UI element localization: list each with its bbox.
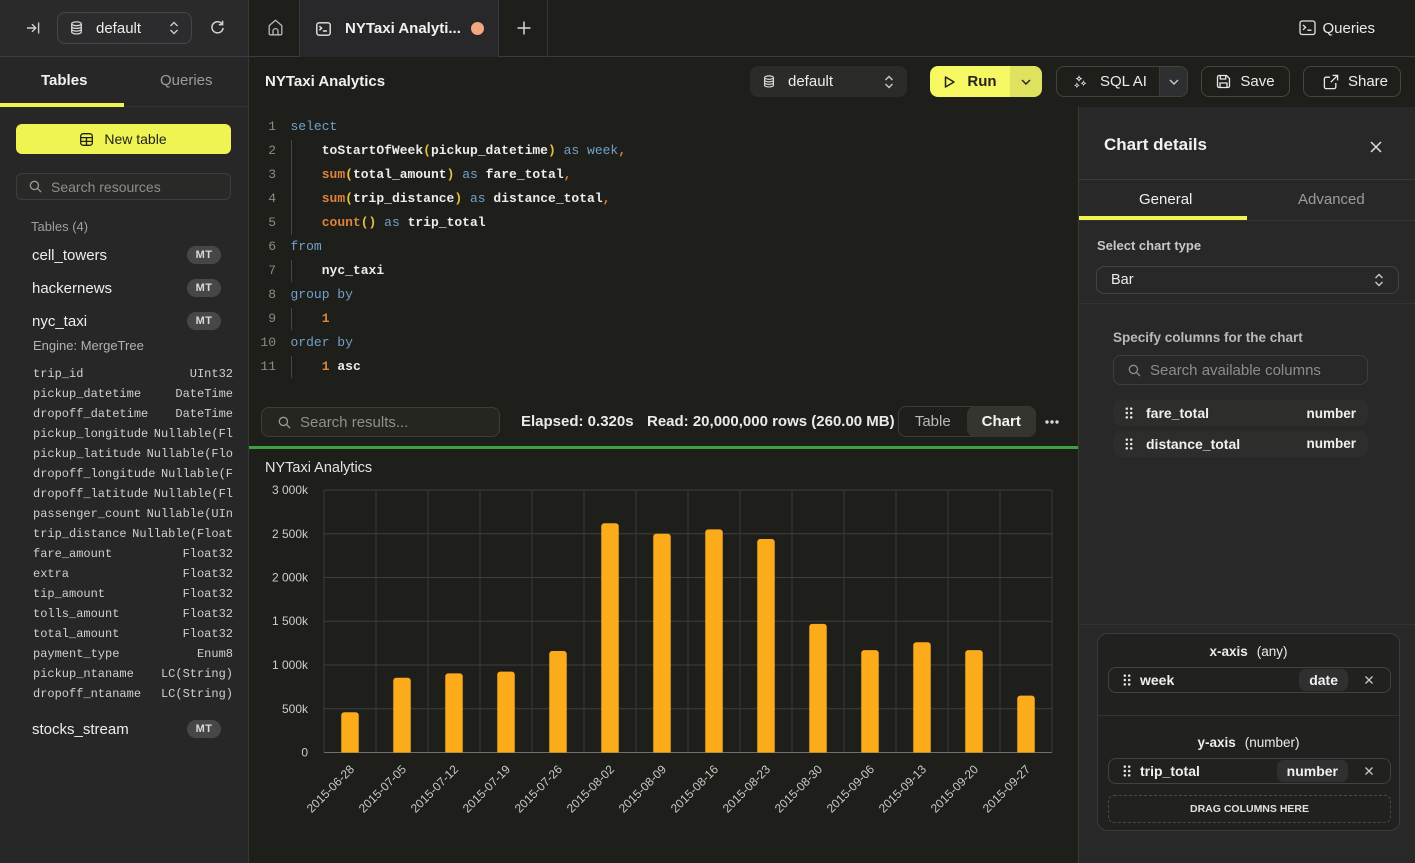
svg-text:2015-08-30: 2015-08-30: [772, 762, 826, 816]
svg-text:500k: 500k: [282, 702, 309, 716]
svg-text:2015-07-26: 2015-07-26: [512, 762, 566, 816]
svg-text:1 500k: 1 500k: [272, 614, 309, 628]
svg-text:1 000k: 1 000k: [272, 658, 309, 672]
svg-text:3 000k: 3 000k: [272, 483, 309, 497]
svg-text:2015-08-23: 2015-08-23: [720, 762, 774, 816]
svg-text:2015-08-02: 2015-08-02: [564, 762, 618, 816]
svg-text:2015-09-20: 2015-09-20: [928, 762, 982, 816]
svg-text:2015-07-19: 2015-07-19: [460, 762, 514, 816]
svg-text:2015-07-05: 2015-07-05: [356, 762, 410, 816]
svg-text:2015-08-09: 2015-08-09: [616, 762, 670, 816]
svg-text:2015-09-06: 2015-09-06: [824, 762, 878, 816]
svg-text:2015-09-27: 2015-09-27: [980, 762, 1034, 816]
svg-text:2 000k: 2 000k: [272, 571, 309, 585]
svg-text:2015-08-16: 2015-08-16: [668, 762, 722, 816]
svg-text:2 500k: 2 500k: [272, 527, 309, 541]
svg-text:2015-06-28: 2015-06-28: [304, 762, 358, 816]
svg-text:2015-09-13: 2015-09-13: [876, 762, 930, 816]
svg-text:2015-07-12: 2015-07-12: [408, 762, 462, 816]
svg-text:0: 0: [301, 746, 308, 760]
